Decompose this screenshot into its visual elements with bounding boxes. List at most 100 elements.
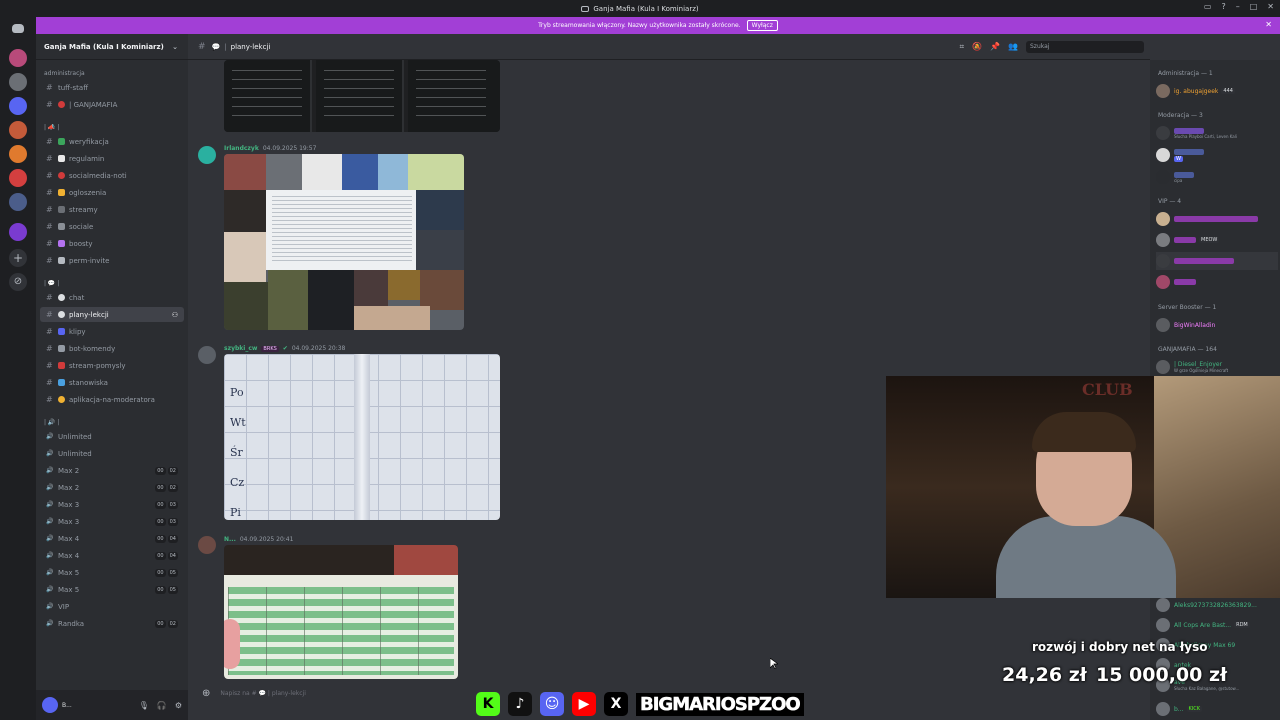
- category-admin[interactable]: administracja: [44, 70, 85, 77]
- member-item[interactable]: W: [1156, 146, 1278, 164]
- server-icon-7[interactable]: [9, 193, 27, 211]
- avatar[interactable]: [198, 346, 216, 364]
- headphones-icon[interactable]: 🎧: [157, 701, 167, 710]
- member-item[interactable]: | Diesel_Enjoyer W grze Ogólnieja Minecra…: [1156, 358, 1278, 376]
- member-item[interactable]: MEOW: [1156, 231, 1278, 249]
- gear-icon[interactable]: ⚙: [175, 701, 182, 710]
- channel-chat[interactable]: # chat: [40, 290, 184, 305]
- photo-collage-attachment[interactable]: [224, 154, 464, 330]
- member-item[interactable]: [1156, 210, 1278, 228]
- channel-sociale[interactable]: # sociale: [40, 219, 184, 234]
- voice-channel[interactable]: 🔊 Max 4 00 04: [40, 531, 184, 546]
- category-chat[interactable]: | 💬 |: [44, 280, 59, 287]
- inbox-icon[interactable]: ▭: [1204, 2, 1212, 11]
- add-member-icon[interactable]: ⚇: [172, 311, 178, 319]
- speaker-icon: 🔊: [46, 433, 54, 440]
- channel-perm-invite[interactable]: # perm-invite: [40, 253, 184, 268]
- bell-icon[interactable]: 🔕: [972, 42, 982, 51]
- search-input[interactable]: Szukaj: [1026, 40, 1144, 53]
- member-item[interactable]: BigWinAlladin: [1156, 316, 1278, 334]
- member-item[interactable]: cipa: [1156, 168, 1278, 186]
- channel-aplikacja-na-moderatora[interactable]: # aplikacja-na-moderatora: [40, 392, 184, 407]
- printed-timetable-attachment[interactable]: [224, 545, 458, 679]
- channel-tuff-staff[interactable]: # tuff-staff: [40, 80, 184, 95]
- server-icon-3[interactable]: [9, 97, 27, 115]
- close-window-icon[interactable]: ✕: [1267, 2, 1274, 11]
- channel-streamy[interactable]: # streamy: [40, 202, 184, 217]
- handwritten-timetable-attachment[interactable]: Po Wt Śr Cz Pi: [224, 354, 500, 520]
- disable-streamer-mode-button[interactable]: Wyłącz: [746, 20, 778, 31]
- voice-channel[interactable]: 🔊 Max 5 00 05: [40, 582, 184, 597]
- voice-channel[interactable]: 🔊 Unlimited: [40, 429, 184, 444]
- voice-channel[interactable]: 🔊 Max 3 00 03: [40, 497, 184, 512]
- channel-bot-komendy[interactable]: # bot-komendy: [40, 341, 184, 356]
- members-icon[interactable]: 👥: [1008, 42, 1018, 51]
- voice-channel[interactable]: 🔊 Unlimited: [40, 446, 184, 461]
- mouse-cursor-icon: [770, 658, 778, 669]
- channel-ganjamafia[interactable]: # | GANJAMAFIA: [40, 97, 184, 112]
- server-icon-4[interactable]: [9, 121, 27, 139]
- maximize-icon[interactable]: □: [1250, 2, 1258, 11]
- channel-boosty[interactable]: # boosty: [40, 236, 184, 251]
- avatar[interactable]: [198, 146, 216, 164]
- discord-home-icon[interactable]: [12, 24, 24, 33]
- category-announcements[interactable]: | 📣 |: [44, 124, 59, 131]
- voice-channel[interactable]: 🔊 Max 4 00 04: [40, 548, 184, 563]
- channel-socialmedia-noti[interactable]: # socialmedia-noti: [40, 168, 184, 183]
- avatar: [1156, 360, 1170, 374]
- author-name[interactable]: Irlandczyk: [224, 145, 259, 152]
- avatar[interactable]: [42, 697, 58, 713]
- voice-channel-label: Max 4: [58, 534, 80, 543]
- member-item[interactable]: [1156, 252, 1278, 270]
- category-voice[interactable]: | 🔊 |: [44, 419, 59, 426]
- channel-ogloszenia[interactable]: # ogloszenia: [40, 185, 184, 200]
- avatar[interactable]: [198, 536, 216, 554]
- channel-weryfikacja[interactable]: # weryfikacja: [40, 134, 184, 149]
- voice-channel[interactable]: 🔊 Max 3 00 03: [40, 514, 184, 529]
- voice-channel[interactable]: 🔊 VIP: [40, 599, 184, 614]
- minimize-icon[interactable]: –: [1236, 2, 1240, 11]
- microphone-icon[interactable]: 🎙: [139, 701, 149, 710]
- voice-channel[interactable]: 🔊 Max 5 00 05: [40, 565, 184, 580]
- member-item[interactable]: Słucha Playboi Carti, Leven Kali: [1156, 124, 1278, 142]
- channel-klipy[interactable]: # klipy: [40, 324, 184, 339]
- author-name[interactable]: N...: [224, 536, 236, 543]
- member-item[interactable]: [1156, 273, 1278, 291]
- member-item[interactable]: ig. abugajgeek 444: [1156, 82, 1278, 100]
- message-input[interactable]: Napisz na # 💬 | plany-lekcji: [220, 690, 305, 697]
- server-icon-2[interactable]: [9, 73, 27, 91]
- channel-regulamin[interactable]: # regulamin: [40, 151, 184, 166]
- user-limit-badge: 00 03: [155, 500, 178, 509]
- member-item[interactable]: Aleks9273732826363829...: [1156, 596, 1278, 614]
- voice-channel[interactable]: 🔊 Max 2 00 02: [40, 463, 184, 478]
- timetable-screenshot-attachment[interactable]: [224, 60, 500, 132]
- threads-icon[interactable]: ⌗: [960, 42, 965, 52]
- close-banner-icon[interactable]: ✕: [1265, 20, 1272, 29]
- channel-plany-lekcji[interactable]: # plany-lekcji ⚇: [40, 307, 184, 322]
- help-icon[interactable]: ?: [1221, 2, 1225, 11]
- server-icon-5[interactable]: [9, 145, 27, 163]
- add-attachment-icon[interactable]: ⊕: [202, 688, 210, 699]
- member-item[interactable]: All Cops Are Bast... RDM: [1156, 616, 1278, 634]
- channel-stream-pomysly[interactable]: # stream-pomysly: [40, 358, 184, 373]
- author-name[interactable]: szybki_cw: [224, 345, 257, 352]
- channel-stanowiska[interactable]: # stanowiska: [40, 375, 184, 390]
- server-icon-8[interactable]: [9, 223, 27, 241]
- pin-icon[interactable]: 📌: [990, 42, 1000, 51]
- voice-channel[interactable]: 🔊 Max 2 00 02: [40, 480, 184, 495]
- voice-channel[interactable]: 🔊 Randka 00 02: [40, 616, 184, 631]
- hash-icon: #: [46, 154, 53, 163]
- add-server-icon[interactable]: +: [9, 249, 27, 267]
- hash-icon: #: [46, 205, 53, 214]
- voice-channel-label: VIP: [58, 602, 70, 611]
- timetable-day-label: Cz: [230, 476, 245, 489]
- server-icon-1[interactable]: [9, 49, 27, 67]
- role-mod-header: Moderacja — 3: [1158, 112, 1203, 119]
- member-item[interactable]: b... KICK: [1156, 700, 1278, 718]
- server-header[interactable]: Ganja Mafia (Kula I Kominiarz) ⌄: [36, 34, 188, 60]
- explore-icon[interactable]: ⊘: [9, 273, 27, 291]
- voice-channel-label: Max 3: [58, 500, 80, 509]
- message-header: Irlandczyk 04.09.2025 19:57: [224, 145, 316, 152]
- voice-channel-label: Max 2: [58, 483, 80, 492]
- server-icon-6[interactable]: [9, 169, 27, 187]
